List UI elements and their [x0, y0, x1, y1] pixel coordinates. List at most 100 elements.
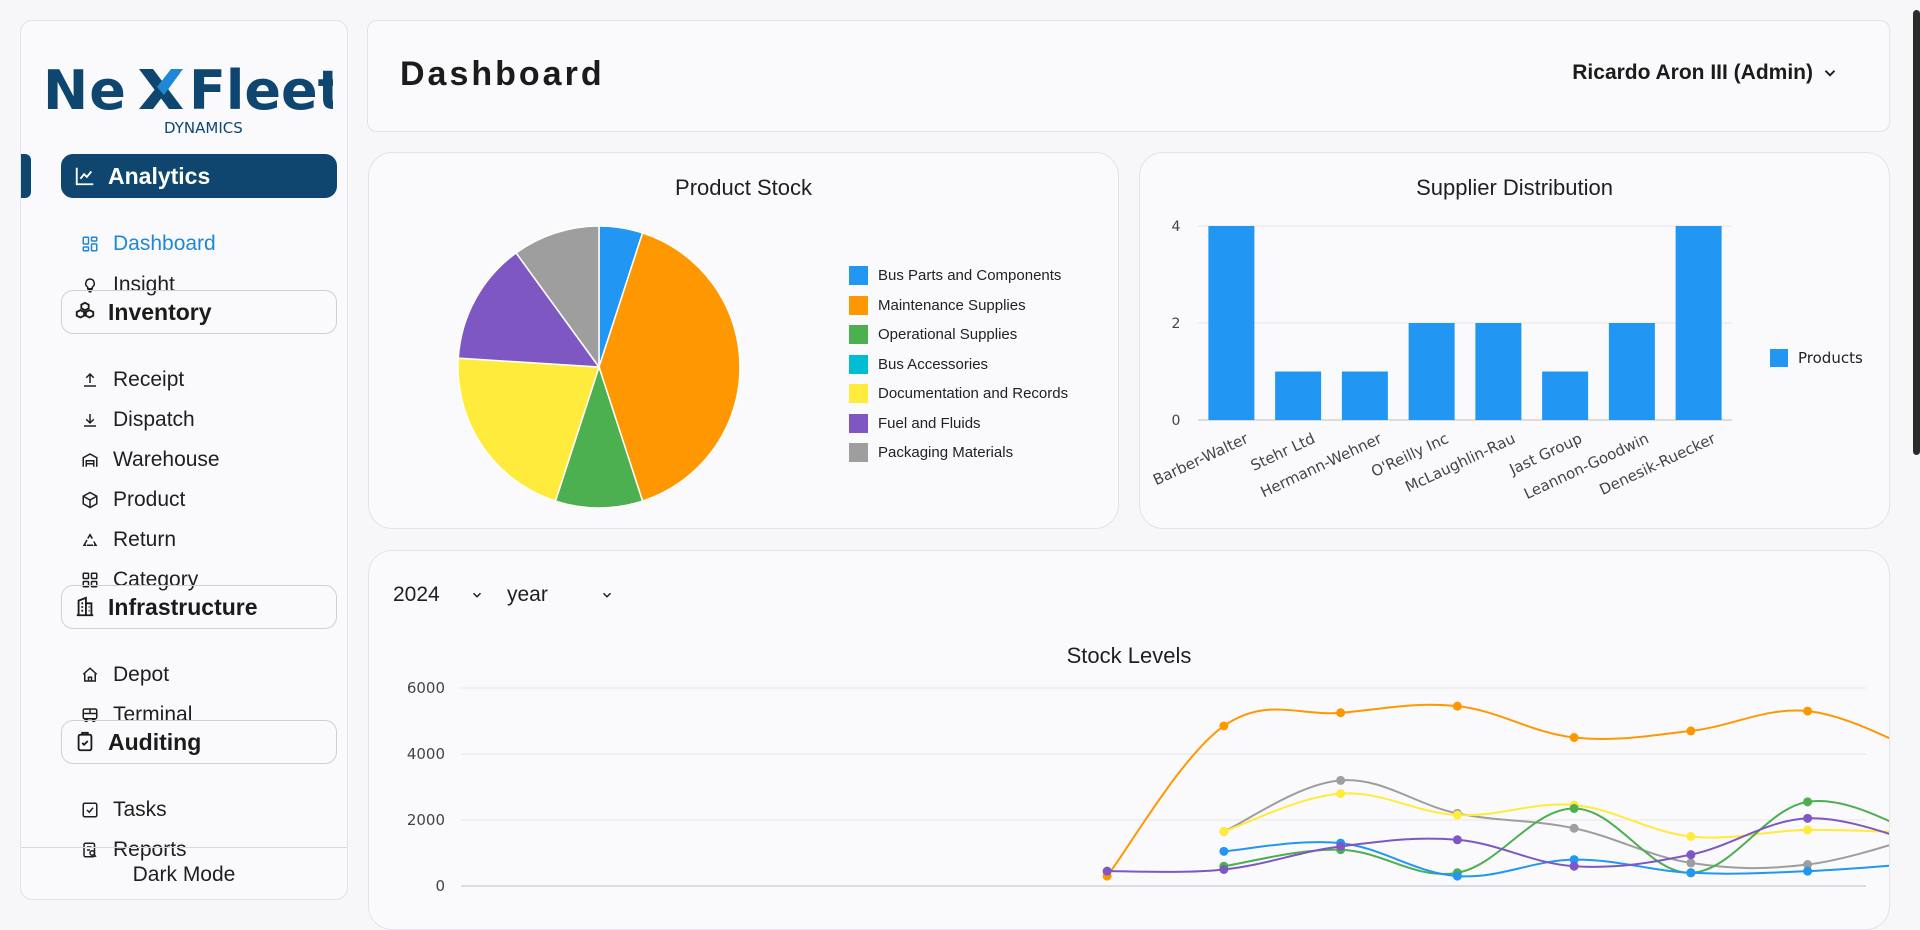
data-point[interactable] — [1686, 832, 1696, 841]
bar[interactable] — [1675, 226, 1722, 420]
bar[interactable] — [1341, 371, 1388, 421]
page-title: Dashboard — [400, 55, 605, 93]
legend-item[interactable]: Operational Supplies — [849, 320, 1068, 350]
legend-item[interactable]: Bus Accessories — [849, 350, 1068, 380]
pie-legend: Bus Parts and Components Maintenance Supp… — [849, 261, 1068, 468]
legend-item[interactable]: Packaging Materials — [849, 438, 1068, 468]
legend-item[interactable]: Fuel and Fluids — [849, 409, 1068, 439]
bar[interactable] — [1408, 323, 1455, 420]
legend-label: Products — [1798, 349, 1863, 367]
data-point[interactable] — [1803, 706, 1813, 716]
data-point[interactable] — [1686, 850, 1696, 860]
sidebar-section-inventory[interactable]: Inventory — [61, 290, 337, 334]
sidebar-section-label: Analytics — [108, 162, 211, 189]
header: Dashboard Ricardo Aron III (Admin) — [367, 20, 1890, 132]
legend-label: Bus Accessories — [878, 355, 989, 373]
data-point[interactable] — [1803, 825, 1813, 835]
data-point[interactable] — [1686, 868, 1696, 878]
data-point[interactable] — [1336, 775, 1346, 785]
sidebar-item-product[interactable]: Product — [81, 483, 185, 517]
data-point[interactable] — [1569, 733, 1579, 742]
data-point[interactable] — [1569, 861, 1579, 871]
sidebar-item-warehouse[interactable]: Warehouse — [81, 443, 220, 477]
data-point[interactable] — [1452, 701, 1462, 711]
data-point[interactable] — [1803, 813, 1813, 823]
legend-item[interactable]: Maintenance Supplies — [849, 291, 1068, 321]
line-series[interactable] — [1219, 775, 1889, 870]
data-point[interactable] — [1219, 827, 1229, 837]
clipboard-icon — [77, 731, 93, 752]
data-point[interactable] — [1102, 866, 1112, 876]
y-tick-label: 0 — [435, 877, 445, 895]
sidebar-item-reports[interactable]: Reports — [81, 833, 187, 867]
user-menu[interactable]: Ricardo Aron III (Admin) — [1572, 61, 1839, 85]
sidebar-section-label: Inventory — [108, 298, 212, 325]
building-icon — [76, 596, 94, 617]
series-line — [1223, 779, 1889, 870]
legend-swatch — [849, 354, 868, 374]
supplier-distribution-card: Supplier Distribution 0 2 4 Barber-Walter St… — [1139, 152, 1890, 529]
sidebar-item-label: Receipt — [113, 368, 185, 391]
sidebar-item-dispatch[interactable]: Dispatch — [81, 403, 195, 437]
sidebar-section-analytics[interactable]: Analytics — [61, 154, 337, 198]
data-point[interactable] — [1452, 871, 1462, 881]
bar[interactable] — [1208, 226, 1255, 420]
legend-label: Bus Parts and Components — [878, 267, 1062, 285]
supplier-distribution-bar-chart: 024Barber-WalterStehr LtdHermann-WehnerO… — [1150, 219, 1863, 503]
data-point[interactable] — [1219, 865, 1229, 874]
legend-swatch — [1770, 349, 1788, 367]
sidebar-item-dashboard[interactable]: Dashboard — [81, 227, 216, 261]
line-series[interactable] — [1219, 838, 1889, 881]
data-point[interactable] — [1803, 797, 1813, 807]
sidebar-item-depot[interactable]: Depot — [81, 658, 169, 692]
sidebar-item-label: Tasks — [113, 798, 167, 821]
data-point[interactable] — [1219, 846, 1229, 856]
data-point[interactable] — [1219, 721, 1229, 731]
legend-label: Fuel and Fluids — [878, 414, 981, 432]
data-point[interactable] — [1452, 810, 1462, 820]
y-tick-label: 4000 — [407, 745, 445, 763]
x-tick-label: Barber-Walter — [1150, 429, 1252, 489]
y-tick-label: 2 — [1172, 316, 1181, 332]
bar[interactable] — [1608, 323, 1655, 420]
sidebar-item-label: Reports — [113, 838, 187, 861]
data-point[interactable] — [1686, 726, 1696, 736]
sidebar-item-tasks[interactable]: Tasks — [81, 793, 167, 827]
scrollbar[interactable] — [1913, 10, 1920, 455]
active-section-marker — [21, 154, 31, 198]
data-point[interactable] — [1569, 823, 1579, 833]
line-series[interactable] — [1219, 789, 1889, 841]
sidebar-item-receipt[interactable]: Receipt — [81, 363, 184, 397]
legend-label: Maintenance Supplies — [878, 296, 1026, 314]
data-point[interactable] — [1686, 858, 1696, 868]
y-tick-label: 2000 — [407, 811, 445, 829]
x-tick-label: Denesik-Ruecker — [1597, 429, 1719, 499]
legend-swatch — [849, 413, 868, 433]
sidebar-section-auditing[interactable]: Auditing — [61, 720, 337, 764]
data-point[interactable] — [1452, 835, 1462, 845]
recycle-icon — [82, 533, 98, 546]
line-series[interactable] — [1219, 797, 1889, 878]
bar[interactable] — [1475, 323, 1522, 420]
sidebar-item-label: Warehouse — [113, 448, 220, 471]
warehouse-icon — [82, 453, 98, 467]
data-point[interactable] — [1803, 866, 1813, 876]
legend-item[interactable]: Documentation and Records — [849, 379, 1068, 409]
nexfleet-logo[interactable]: Ne Fleet DYNAMICS — [43, 47, 333, 137]
bar[interactable] — [1542, 371, 1589, 421]
bar[interactable] — [1275, 371, 1322, 421]
data-point[interactable] — [1336, 841, 1346, 851]
sidebar-section-infrastructure[interactable]: Infrastructure — [61, 585, 337, 629]
data-point[interactable] — [1336, 708, 1346, 718]
data-point[interactable] — [1569, 803, 1579, 813]
sidebar-item-label: Return — [113, 528, 177, 551]
user-name: Ricardo Aron III (Admin) — [1572, 61, 1813, 84]
sidebar-item-return[interactable]: Return — [81, 523, 176, 557]
download-icon — [84, 414, 96, 427]
svg-text:Ne: Ne — [43, 59, 127, 122]
data-point[interactable] — [1336, 789, 1346, 799]
sidebar-item-label: Dashboard — [113, 232, 216, 255]
dark-mode-toggle[interactable]: Dark Mode — [21, 863, 347, 887]
legend-item[interactable]: Bus Parts and Components — [849, 261, 1068, 291]
divider — [21, 847, 347, 848]
